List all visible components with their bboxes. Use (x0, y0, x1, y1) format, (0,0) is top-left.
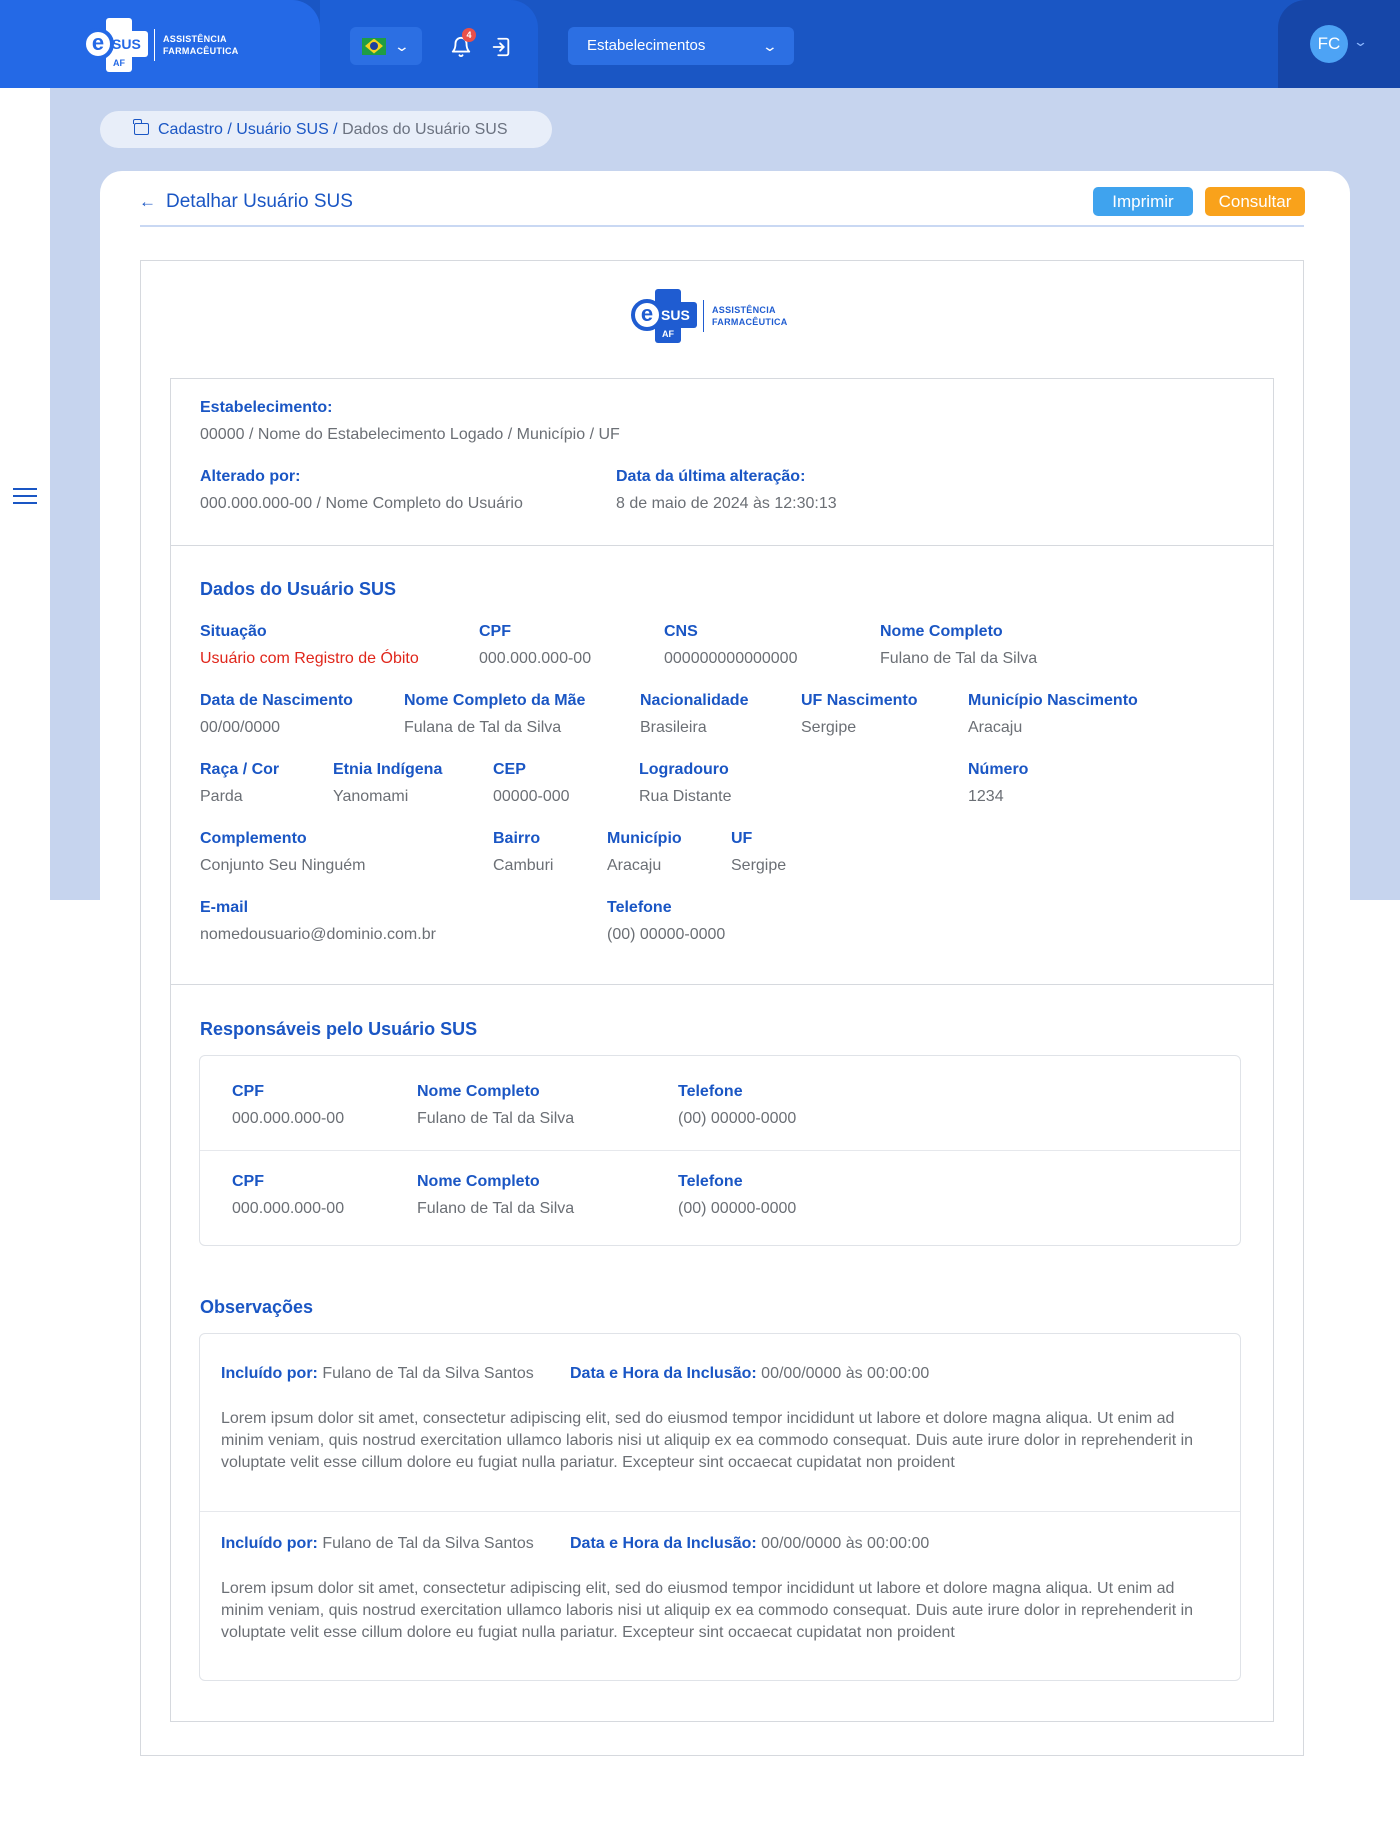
folder-icon (133, 119, 149, 135)
field-label: Etnia Indígena (333, 761, 443, 778)
document-body: Estabelecimento: 00000 / Nome do Estabel… (170, 378, 1274, 1722)
brazil-flag-icon (362, 37, 386, 55)
query-button[interactable]: Consultar (1205, 187, 1305, 216)
esus-af-logo: e SUS AF ASSISTÊNCIA FARMACÊUTICA (629, 289, 788, 343)
obs-incluido: Incluído por: Fulano de Tal da Silva San… (221, 1365, 534, 1382)
field-value: 000.000.000-00 (479, 650, 592, 667)
language-select[interactable]: ⌄ (350, 27, 422, 65)
estabelecimento-value: 00000 / Nome do Estabelecimento Logado /… (200, 426, 620, 443)
field-value: 00/00/0000 (200, 719, 281, 736)
field-value: Sergipe (731, 857, 787, 874)
field-label: Município Nascimento (968, 692, 1138, 709)
main-card: ← Detalhar Usuário SUS Imprimir Consulta… (100, 171, 1350, 1839)
field-label: CPF (479, 623, 511, 640)
resp-cpf-label: CPF (232, 1083, 264, 1100)
field-label: Complemento (200, 830, 307, 847)
field-label: UF Nascimento (801, 692, 918, 709)
resp-cpf-value: 000.000.000-00 (232, 1200, 345, 1217)
resp-cpf-label: CPF (232, 1173, 264, 1190)
obs-incluido: Incluído por: Fulano de Tal da Silva San… (221, 1535, 534, 1552)
resp-nome-label: Nome Completo (417, 1173, 540, 1190)
alterado-label: Alterado por: (200, 468, 301, 485)
print-button[interactable]: Imprimir (1093, 187, 1193, 216)
obs-text: Lorem ipsum dolor sit amet, consectetur … (221, 1410, 1194, 1471)
establishment-select[interactable]: Estabelecimentos ⌄ (568, 27, 794, 65)
field-value: nomedousuario@dominio.com.br (200, 926, 436, 943)
field-label: Nome Completo (880, 623, 1003, 640)
logout-icon[interactable] (490, 36, 512, 58)
field-value: 000000000000000 (664, 650, 798, 667)
field-label: Bairro (493, 830, 541, 847)
field-label: Nacionalidade (640, 692, 749, 709)
esus-logo-mark: e SUS AF (629, 289, 699, 343)
field-value: Yanomami (333, 788, 409, 805)
page-title: Detalhar Usuário SUS (166, 191, 353, 212)
hamburger-menu-icon[interactable] (13, 488, 37, 506)
field-label: CNS (664, 623, 698, 640)
document-preview: e SUS AF ASSISTÊNCIA FARMACÊUTICA Estabe… (140, 260, 1304, 1756)
obs-data-hora: Data e Hora da Inclusão: 00/00/0000 às 0… (570, 1365, 930, 1382)
field-value: Conjunto Seu Ninguém (200, 857, 366, 874)
field-label: CEP (493, 761, 526, 778)
field-value: Rua Distante (639, 788, 732, 805)
resp-cpf-value: 000.000.000-00 (232, 1110, 345, 1127)
logo-text: ASSISTÊNCIA FARMACÊUTICA (163, 34, 239, 56)
responsaveis-list: CPF 000.000.000-00 Nome Completo Fulano … (199, 1055, 1241, 1246)
field-label: UF (731, 830, 753, 847)
field-label: Número (968, 761, 1029, 778)
field-label: Nome Completo da Mãe (404, 692, 586, 709)
esus-logo-mark: e SUS AF (80, 18, 150, 72)
responsaveis-title: Responsáveis pelo Usuário SUS (200, 1019, 478, 1039)
field-value: Camburi (493, 857, 554, 874)
field-label: Situação (200, 623, 267, 640)
obs-data-hora: Data e Hora da Inclusão: 00/00/0000 às 0… (570, 1535, 930, 1552)
observacoes-list: Incluído por: Fulano de Tal da Silva San… (199, 1333, 1241, 1681)
obs-text: Lorem ipsum dolor sit amet, consectetur … (221, 1580, 1194, 1641)
field-label: Município (607, 830, 682, 847)
arrow-left-icon: ← (139, 192, 156, 211)
field-value: Aracaju (968, 719, 1023, 736)
resp-telefone-label: Telefone (678, 1083, 743, 1100)
breadcrumb: Cadastro / Usuário SUS / Dados do Usuári… (100, 111, 552, 148)
data-alteracao-value: 8 de maio de 2024 às 12:30:13 (616, 495, 837, 512)
logo-text: ASSISTÊNCIA FARMACÊUTICA (712, 305, 788, 327)
field-label: Data de Nascimento (200, 692, 353, 709)
breadcrumb-path[interactable]: Cadastro / Usuário SUS / (158, 121, 342, 138)
field-label: Logradouro (639, 761, 729, 778)
resp-nome-value: Fulano de Tal da Silva (417, 1110, 575, 1127)
esus-af-logo[interactable]: e SUS AF ASSISTÊNCIA FARMACÊUTICA (80, 18, 239, 72)
field-label: Telefone (607, 899, 672, 916)
breadcrumb-current: Dados do Usuário SUS (342, 120, 508, 138)
field-value: Aracaju (607, 857, 662, 874)
top-bar: e SUS AF ASSISTÊNCIA FARMACÊUTICA ⌄ 4 Es… (0, 0, 1400, 88)
chevron-down-icon: ⌄ (393, 37, 411, 54)
field-value: Fulano de Tal da Silva (880, 650, 1038, 667)
resp-telefone-label: Telefone (678, 1173, 743, 1190)
dados-title: Dados do Usuário SUS (200, 579, 397, 599)
field-value: Fulana de Tal da Silva (404, 719, 562, 736)
data-alteracao-label: Data da última alteração: (616, 468, 806, 485)
field-value: Parda (200, 788, 243, 805)
field-value: 00000-000 (493, 788, 570, 805)
resp-telefone-value: (00) 00000-0000 (678, 1110, 797, 1127)
resp-nome-label: Nome Completo (417, 1083, 540, 1100)
observacoes-title: Observações (200, 1297, 314, 1317)
alterado-value: 000.000.000-00 / Nome Completo do Usuári… (200, 495, 523, 512)
notification-badge: 4 (462, 28, 476, 42)
field-label: Raça / Cor (200, 761, 280, 778)
field-value: Sergipe (801, 719, 857, 736)
field-value: (00) 00000-0000 (607, 926, 726, 943)
resp-nome-value: Fulano de Tal da Silva (417, 1200, 575, 1217)
estabelecimento-label: Estabelecimento: (200, 399, 333, 416)
field-value: 1234 (968, 788, 1004, 805)
situacao-value: Usuário com Registro de Óbito (200, 650, 419, 667)
user-avatar[interactable]: FC (1310, 25, 1348, 63)
field-label: E-mail (200, 899, 249, 916)
chevron-down-icon: ⌄ (761, 38, 779, 54)
field-value: Brasileira (640, 719, 707, 736)
resp-telefone-value: (00) 00000-0000 (678, 1200, 797, 1217)
divider (140, 225, 1304, 227)
chevron-down-icon[interactable]: ⌄ (1353, 34, 1368, 50)
back-link[interactable]: ← Detalhar Usuário SUS (139, 191, 353, 213)
